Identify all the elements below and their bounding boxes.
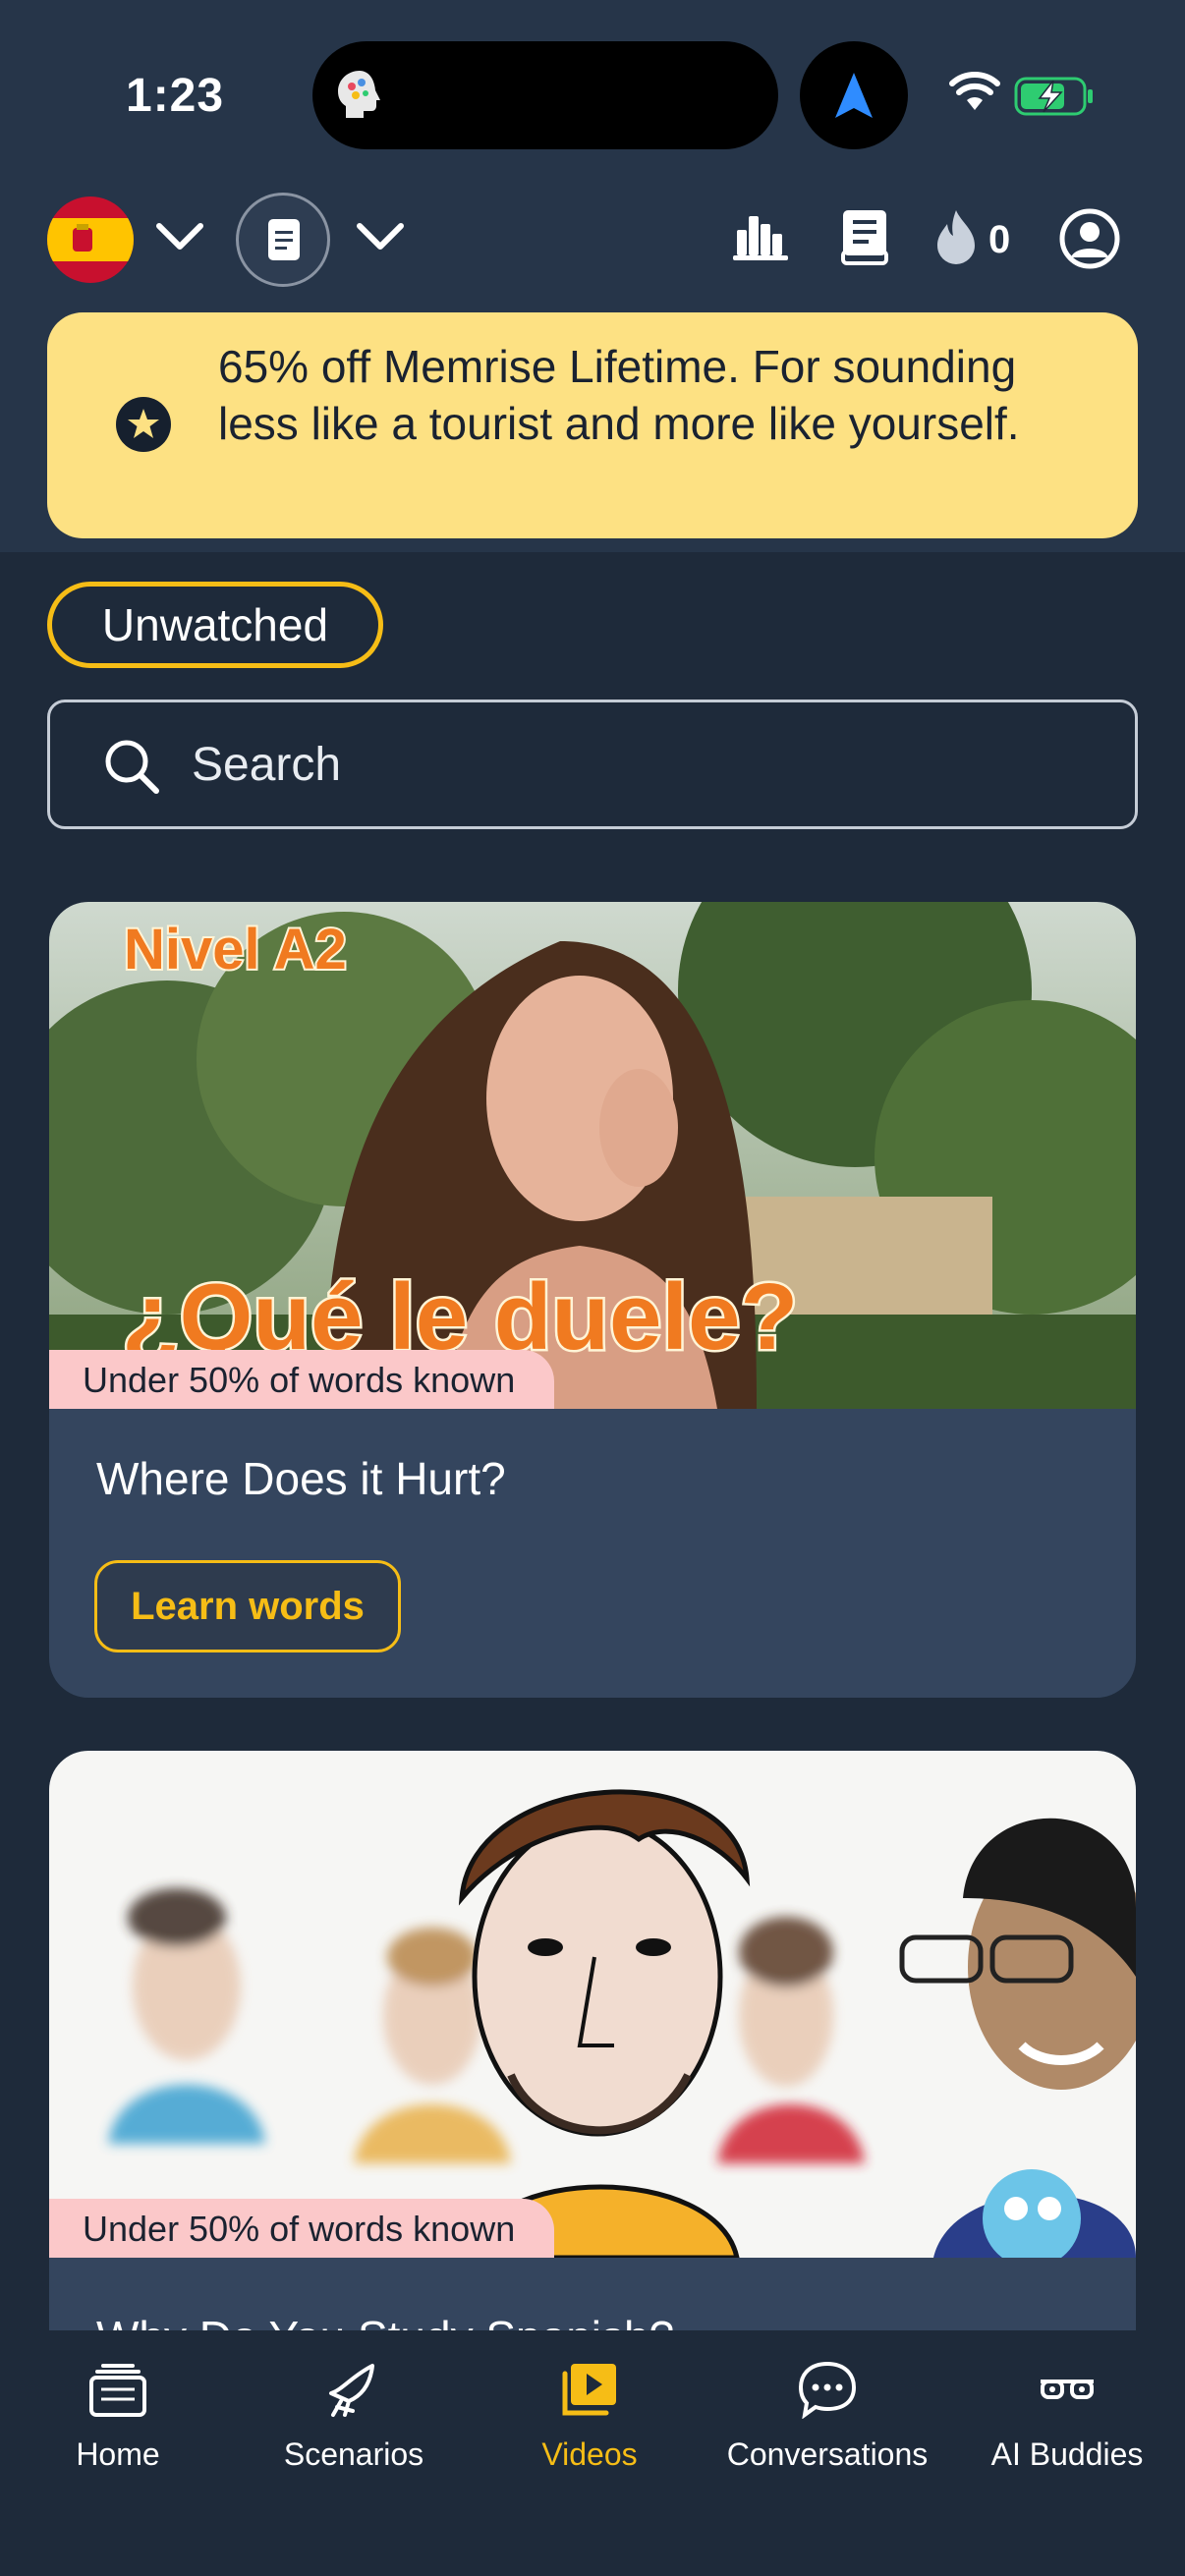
navigation-indicator: [800, 41, 908, 149]
profile-icon[interactable]: [1059, 208, 1120, 269]
document-icon: [268, 219, 300, 260]
chevron-down-icon[interactable]: [155, 222, 204, 252]
bottom-navigation: Home Scenarios Videos Conversations AI B…: [0, 2330, 1185, 2576]
learn-words-button[interactable]: Learn words: [94, 1560, 401, 1652]
scenarios-icon: [329, 2364, 374, 2417]
home-icon: [89, 2364, 146, 2417]
course-selector-button[interactable]: [236, 193, 330, 287]
video-thumbnail[interactable]: [49, 1751, 1136, 2258]
location-arrow-icon: [835, 73, 873, 118]
nav-label: Scenarios: [283, 2436, 424, 2472]
status-time: 1:23: [126, 70, 225, 122]
words-known-badge: Under 50% of words known: [49, 1350, 555, 1409]
leaderboard-icon[interactable]: [733, 210, 788, 261]
video-card[interactable]: Nivel A2 ¿Qué le duele? Under 50% of wor…: [49, 902, 1136, 1698]
streak-flame-icon[interactable]: [933, 208, 979, 267]
video-title: Where Does it Hurt?: [96, 1453, 506, 1504]
chat-icon: [798, 2361, 857, 2419]
video-thumbnail[interactable]: Nivel A2 ¿Qué le duele?: [49, 902, 1136, 1409]
nav-conversations[interactable]: Conversations: [709, 2330, 945, 2527]
nav-home[interactable]: Home: [0, 2330, 236, 2527]
search-icon: [105, 740, 159, 794]
thumbnail-level-text: Nivel A2: [124, 918, 347, 981]
glasses-icon: [1041, 2380, 1094, 2399]
chevron-down-icon[interactable]: [356, 222, 405, 252]
promo-banner[interactable]: 65% off Memrise Lifetime. For sounding l…: [47, 312, 1138, 538]
videos-icon: [562, 2364, 616, 2416]
streak-count: 0: [988, 218, 1011, 261]
nav-label: AI Buddies: [990, 2436, 1144, 2472]
unwatched-filter-chip[interactable]: Unwatched: [47, 582, 383, 668]
nav-scenarios[interactable]: Scenarios: [236, 2330, 472, 2527]
nav-label: Conversations: [726, 2436, 929, 2472]
promo-text: 65% off Memrise Lifetime. For sounding l…: [218, 341, 1020, 449]
nav-ai-buddies[interactable]: AI Buddies: [949, 2330, 1185, 2527]
battery-charging-icon: [1014, 77, 1093, 116]
star-icon: [116, 397, 171, 452]
app-activity-icon: [338, 71, 380, 118]
wifi-icon: [949, 72, 1000, 110]
nav-videos[interactable]: Videos: [472, 2330, 707, 2527]
nav-label: Home: [76, 2436, 160, 2472]
language-flag-spain[interactable]: [47, 196, 134, 283]
search-placeholder: Search: [192, 739, 342, 791]
nav-label: Videos: [541, 2436, 638, 2472]
dictionary-icon[interactable]: [841, 208, 890, 265]
words-known-badge: Under 50% of words known: [49, 2199, 555, 2258]
search-input[interactable]: Search: [47, 700, 1138, 829]
